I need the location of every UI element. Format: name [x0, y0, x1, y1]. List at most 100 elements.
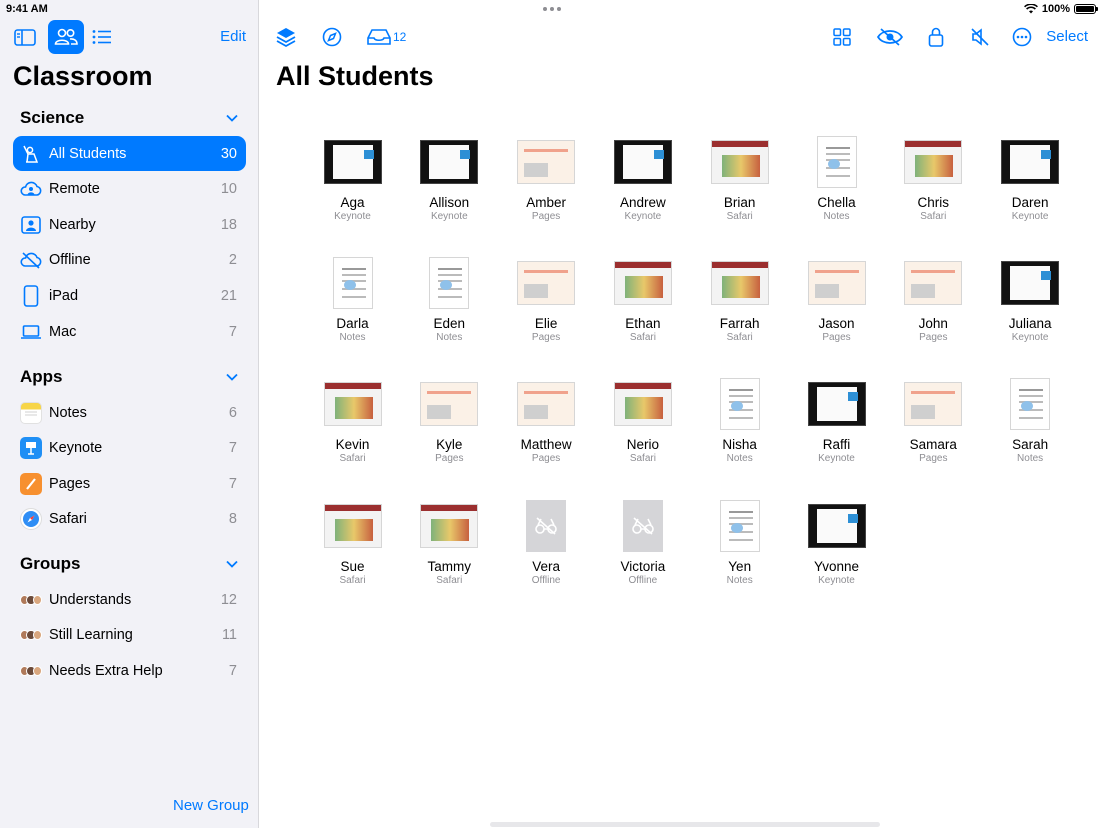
student-tile[interactable]: Daren Keynote — [982, 132, 1079, 242]
screen-thumbnail[interactable] — [613, 140, 672, 184]
sidebar-item-all-students[interactable]: All Students 30 — [13, 136, 246, 171]
student-app: Offline — [628, 574, 658, 586]
student-tile[interactable]: Yvonne Keynote — [788, 496, 885, 606]
sidebar-item-pages[interactable]: Pages 7 — [13, 466, 246, 501]
student-name: Sue — [340, 558, 365, 574]
screen-thumbnail[interactable] — [613, 261, 672, 306]
screen-thumbnail[interactable] — [517, 382, 576, 427]
student-name: Ethan — [625, 316, 661, 332]
screen-thumbnail[interactable] — [420, 140, 479, 184]
hide-screens-button[interactable] — [876, 26, 904, 48]
more-button[interactable] — [1010, 26, 1034, 48]
section-heading-science[interactable]: Science — [20, 108, 84, 128]
sidebar-toggle-button[interactable] — [7, 20, 43, 54]
sidebar-item-remote[interactable]: Remote 10 — [13, 172, 246, 207]
student-tile[interactable]: Raffi Keynote — [788, 374, 885, 484]
student-tile[interactable]: Jason Pages — [788, 253, 885, 363]
screen-thumbnail[interactable] — [613, 382, 672, 427]
screen-thumbnail[interactable] — [904, 261, 963, 306]
student-tile[interactable]: Sue Safari — [304, 496, 401, 606]
screen-thumbnail[interactable] — [807, 261, 866, 306]
student-tile[interactable]: Ethan Safari — [594, 253, 691, 363]
screen-thumbnail[interactable] — [904, 382, 963, 427]
student-tile[interactable]: Darla Notes — [304, 253, 401, 363]
lock-button[interactable] — [924, 26, 948, 48]
screen-thumbnail[interactable] — [517, 261, 576, 306]
student-tile[interactable]: Farrah Safari — [691, 253, 788, 363]
sidebar-item-offline[interactable]: Offline 2 — [13, 243, 246, 278]
sidebar-item-nearby[interactable]: Nearby 18 — [13, 207, 246, 242]
screen-thumbnail[interactable] — [323, 503, 382, 548]
screen-thumbnail[interactable] — [710, 261, 769, 306]
student-tile[interactable]: Kyle Pages — [401, 374, 498, 484]
screen-thumbnail[interactable] — [807, 382, 866, 427]
student-tile[interactable]: Juliana Keynote — [982, 253, 1079, 363]
student-tile[interactable]: Victoria Offline — [594, 496, 691, 606]
students-view-button[interactable] — [48, 20, 84, 54]
grid-view-button[interactable] — [830, 26, 854, 48]
screen-thumbnail[interactable] — [323, 140, 382, 184]
student-tile[interactable]: Nerio Safari — [594, 374, 691, 484]
screen-thumbnail[interactable] — [719, 499, 760, 552]
edit-button[interactable]: Edit — [220, 28, 246, 45]
student-tile[interactable]: Nisha Notes — [691, 374, 788, 484]
student-tile[interactable]: Andrew Keynote — [594, 132, 691, 242]
student-tile[interactable]: Tammy Safari — [401, 496, 498, 606]
screen-thumbnail[interactable] — [429, 257, 470, 310]
student-app: Safari — [726, 332, 753, 344]
student-tile[interactable]: Eden Notes — [401, 253, 498, 363]
sidebar-item-understands[interactable]: Understands 12 — [13, 582, 246, 617]
new-group-button[interactable]: New Group — [173, 797, 249, 814]
section-heading-groups[interactable]: Groups — [20, 554, 80, 574]
screen-thumbnail[interactable] — [807, 503, 866, 548]
sidebar-item-safari[interactable]: Safari 8 — [13, 502, 246, 537]
mute-button[interactable] — [968, 26, 992, 48]
screen-thumbnail[interactable] — [332, 257, 373, 310]
screen-thumbnail[interactable] — [904, 140, 963, 184]
navigate-button[interactable] — [320, 26, 344, 48]
student-tile[interactable]: Allison Keynote — [401, 132, 498, 242]
student-tile[interactable]: Chella Notes — [788, 132, 885, 242]
select-button[interactable]: Select — [1046, 28, 1088, 45]
screen-thumbnail[interactable] — [710, 140, 769, 184]
screen-thumbnail[interactable] — [622, 499, 663, 552]
sidebar-item-count: 2 — [228, 252, 237, 269]
sidebar-item-ipad[interactable]: iPad 21 — [13, 278, 246, 313]
inbox-button[interactable] — [366, 26, 392, 48]
student-tile[interactable]: Yen Notes — [691, 496, 788, 606]
student-tile[interactable]: Vera Offline — [498, 496, 595, 606]
screen-thumbnail[interactable] — [719, 378, 760, 431]
list-view-button[interactable] — [84, 20, 120, 54]
screen-thumbnail[interactable] — [517, 140, 576, 184]
screen-thumbnail[interactable] — [420, 503, 479, 548]
sidebar-item-notes[interactable]: Notes 6 — [13, 395, 246, 430]
layers-button[interactable] — [274, 26, 298, 48]
screen-thumbnail[interactable] — [420, 382, 479, 427]
sidebar-item-needs-extra-help[interactable]: Needs Extra Help 7 — [13, 653, 246, 688]
student-tile[interactable]: Kevin Safari — [304, 374, 401, 484]
student-tile[interactable]: Matthew Pages — [498, 374, 595, 484]
chevron-down-icon[interactable] — [226, 114, 238, 122]
student-tile[interactable]: Brian Safari — [691, 132, 788, 242]
screen-thumbnail[interactable] — [1010, 378, 1051, 431]
section-heading-apps[interactable]: Apps — [20, 367, 63, 387]
chevron-down-icon[interactable] — [226, 373, 238, 381]
sidebar-item-mac[interactable]: Mac 7 — [13, 314, 246, 349]
binoculars-slash-icon — [535, 516, 557, 535]
chevron-down-icon[interactable] — [226, 560, 238, 568]
student-tile[interactable]: Aga Keynote — [304, 132, 401, 242]
student-tile[interactable]: Elie Pages — [498, 253, 595, 363]
sidebar-item-count: 7 — [228, 475, 237, 492]
screen-thumbnail[interactable] — [323, 382, 382, 427]
student-tile[interactable]: Sarah Notes — [982, 374, 1079, 484]
sidebar-item-still-learning[interactable]: Still Learning 11 — [13, 618, 246, 653]
student-tile[interactable]: Chris Safari — [885, 132, 982, 242]
student-tile[interactable]: Amber Pages — [498, 132, 595, 242]
screen-thumbnail[interactable] — [526, 499, 567, 552]
screen-thumbnail[interactable] — [1001, 261, 1060, 306]
student-tile[interactable]: Samara Pages — [885, 374, 982, 484]
student-tile[interactable]: John Pages — [885, 253, 982, 363]
screen-thumbnail[interactable] — [816, 136, 857, 188]
screen-thumbnail[interactable] — [1001, 140, 1060, 184]
sidebar-item-keynote[interactable]: Keynote 7 — [13, 431, 246, 466]
